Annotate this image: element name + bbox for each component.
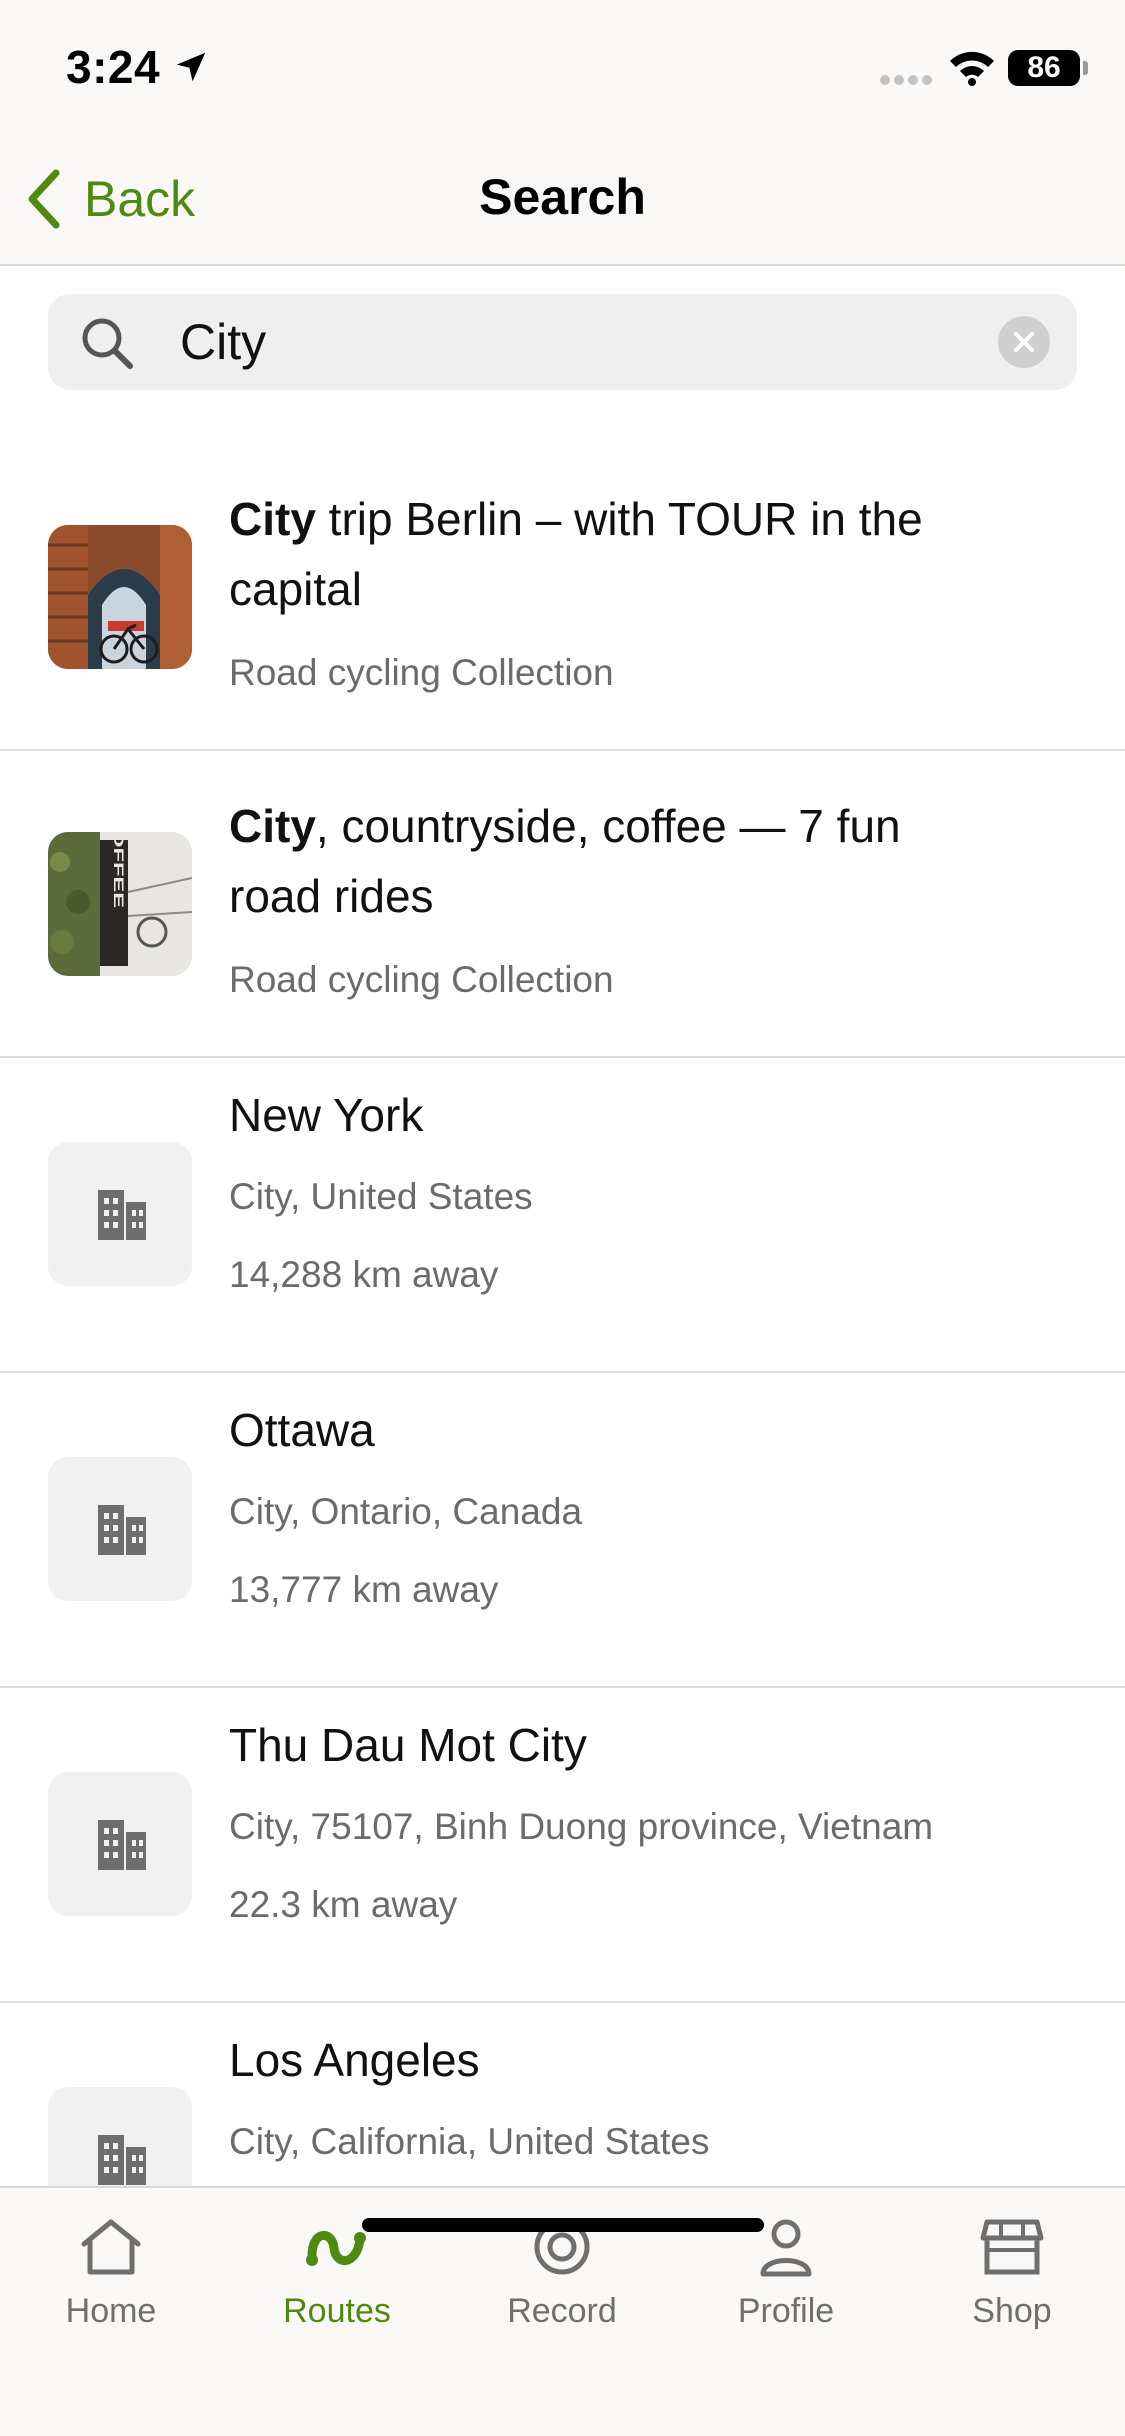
collection-subtitle: Road cycling Collection	[229, 959, 614, 1000]
city-buildings-icon	[98, 1820, 146, 1870]
place-name: Ottawa	[229, 1404, 375, 1456]
tab-routes[interactable]: Routes	[252, 2216, 422, 2331]
status-bar: 3:24 86	[0, 0, 1125, 140]
collection-thumbnail: COFFEE	[48, 832, 192, 976]
place-thumbnail	[48, 2087, 192, 2186]
coffee-sign-text: COFFEE	[111, 832, 127, 908]
title-rest: , countryside, coffee — 7 fun road rides	[229, 800, 901, 922]
place-result-item[interactable]: Thu Dau Mot City City, 75107, Binh Duong…	[0, 1688, 1125, 2003]
place-location: City, 75107, Binh Duong province, Vietna…	[229, 1806, 934, 1847]
place-location: City, California, United States	[229, 2121, 710, 2162]
place-location: City, United States	[229, 1176, 533, 1217]
place-thumbnail	[48, 1142, 192, 1286]
clear-search-button[interactable]	[998, 316, 1050, 368]
place-result-item[interactable]: New York City, United States 14,288 km a…	[0, 1058, 1125, 1373]
title-rest: trip Berlin – with TOUR in the capital	[229, 493, 923, 615]
search-input[interactable]	[180, 294, 1000, 390]
collection-result-item[interactable]: COFFEE City, countryside, coffee — 7 fun…	[0, 751, 1125, 1058]
place-distance: 14,288 km away	[229, 1254, 499, 1295]
place-result-item[interactable]: Ottawa City, Ontario, Canada 13,777 km a…	[0, 1373, 1125, 1688]
collection-subtitle: Road cycling Collection	[229, 652, 614, 693]
search-results-list: City trip Berlin – with TOUR in the capi…	[0, 444, 1125, 2186]
tab-record-label: Record	[507, 2292, 617, 2330]
cellular-signal-icon	[880, 75, 932, 85]
home-icon	[81, 2219, 141, 2275]
place-distance: 13,777 km away	[229, 1569, 499, 1610]
tab-profile-label: Profile	[737, 2292, 835, 2330]
wifi-icon	[950, 51, 994, 86]
battery-nub	[1083, 61, 1088, 75]
place-thumbnail	[48, 1772, 192, 1916]
place-name: New York	[229, 1089, 424, 1141]
tab-routes-label: Routes	[283, 2292, 391, 2330]
title-highlight: City	[229, 493, 316, 545]
tab-shop-label: Shop	[972, 2292, 1052, 2330]
title-highlight: City	[229, 800, 316, 852]
tab-home[interactable]: Home	[26, 2216, 196, 2331]
city-buildings-icon	[98, 1505, 146, 1555]
collection-result-item[interactable]: City trip Berlin – with TOUR in the capi…	[0, 444, 1125, 751]
status-time: 3:24	[66, 41, 161, 93]
battery-indicator: 86	[1008, 50, 1080, 86]
clear-icon	[1014, 332, 1034, 352]
collection-title: City trip Berlin – with TOUR in the capi…	[229, 484, 989, 624]
place-name: Thu Dau Mot City	[229, 1719, 587, 1771]
page-title: Search	[479, 169, 646, 225]
place-distance: 22.3 km away	[229, 1884, 458, 1925]
place-name: Los Angeles	[229, 2034, 480, 2086]
collection-title: City, countryside, coffee — 7 fun road r…	[229, 791, 989, 931]
collection-thumbnail	[48, 525, 192, 669]
place-location: City, Ontario, Canada	[229, 1491, 583, 1532]
search-icon	[82, 318, 133, 369]
tab-home-label: Home	[65, 2292, 157, 2330]
tab-record[interactable]: Record	[477, 2216, 647, 2331]
search-bar	[48, 294, 1077, 390]
city-buildings-icon	[98, 2135, 146, 2185]
location-arrow-icon	[176, 52, 206, 82]
tab-profile[interactable]: Profile	[701, 2216, 871, 2331]
routes-icon	[306, 2230, 366, 2266]
place-thumbnail	[48, 1457, 192, 1601]
home-indicator[interactable]	[362, 2218, 764, 2232]
city-buildings-icon	[98, 1190, 146, 1240]
tab-shop[interactable]: Shop	[927, 2216, 1097, 2331]
shop-icon	[980, 2219, 1044, 2275]
place-result-item[interactable]: Los Angeles City, California, United Sta…	[0, 2003, 1125, 2186]
navigation-bar: Back Search	[0, 140, 1125, 266]
